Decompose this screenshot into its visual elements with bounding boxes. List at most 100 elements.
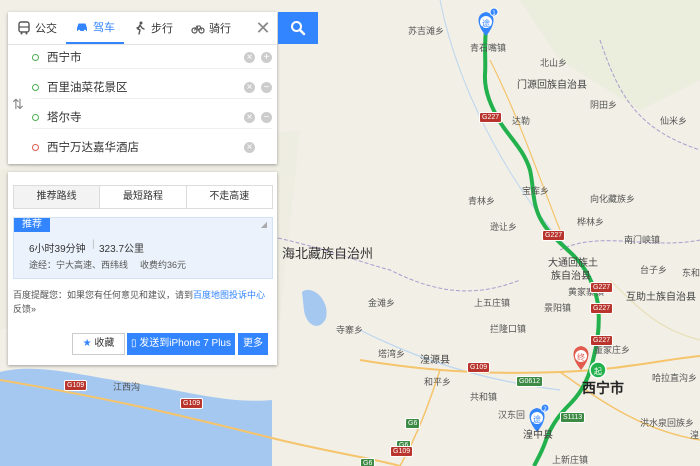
close-icon: ✕ <box>255 17 271 38</box>
tab-bike[interactable]: 骑行 <box>182 12 240 44</box>
remove-stop-icon[interactable]: × <box>244 81 255 93</box>
place-label: 南门峡镇 <box>624 235 661 245</box>
separator: | <box>92 239 95 250</box>
more-button[interactable]: 更多 <box>238 333 268 355</box>
tab-avoid-highway[interactable]: 不走高速 <box>186 186 272 208</box>
stop-waypoint-1-input[interactable]: 百里油菜花景区 <box>47 79 238 95</box>
remove-waypoint-icon[interactable]: − <box>261 111 272 123</box>
place-label: 北山乡 <box>540 58 568 68</box>
favorite-button[interactable]: ★ 收藏 <box>72 333 125 355</box>
stop-end-input[interactable]: 西宁万达嘉华酒店 <box>47 139 238 155</box>
car-icon <box>77 23 87 33</box>
tab-drive-label: 驾车 <box>93 22 115 34</box>
place-label: 上五庄镇 <box>474 298 511 308</box>
place-label: 仙米乡 <box>660 116 688 126</box>
swap-icon[interactable]: ⇅ <box>12 96 24 113</box>
start-marker[interactable]: 起 <box>589 361 607 379</box>
place-label: 湟中县 <box>523 430 553 441</box>
search-icon <box>291 21 306 36</box>
bike-icon <box>191 25 205 34</box>
search-button[interactable] <box>278 12 318 44</box>
start-dot-icon <box>32 53 39 61</box>
place-label: 金滩乡 <box>368 298 396 308</box>
place-label: 江西沟 <box>113 382 141 392</box>
place-label: 逊让乡 <box>490 222 518 232</box>
waypoint-marker-2-badge: 2 <box>543 406 547 413</box>
road-shield: G109 <box>180 398 204 409</box>
waypoint-marker-1-badge: 1 <box>492 10 496 17</box>
waypoint-dot-icon <box>32 113 39 121</box>
star-icon: ★ <box>82 338 92 349</box>
route-actions: ★ 收藏 ▯ 发送到iPhone 7 Plus 更多 <box>8 330 277 355</box>
road-shield: G109 <box>467 362 491 373</box>
remove-stop-icon[interactable]: × <box>244 51 255 63</box>
route-summary-card[interactable]: 推荐 ◢ 6小时39分钟 | 323.7公里 途经：宁大高速、西纬线 收费约36… <box>13 217 273 279</box>
remove-stop-icon[interactable]: × <box>244 111 255 123</box>
place-label: 汉东回 <box>498 410 526 420</box>
stop-waypoint-2-input[interactable]: 塔尔寺 <box>47 109 238 125</box>
map-app: 途 1 终 起 途 2 苏吉滩乡 青石嘴镇 北山乡 门源回族自治县 阴田乡 达勒… <box>0 0 700 466</box>
place-label: 阴田乡 <box>590 100 618 110</box>
place-label: 桦林乡 <box>577 217 605 227</box>
route-option-tabs: 推荐路线 最短路程 不走高速 <box>13 185 273 209</box>
collapse-icon[interactable]: ◢ <box>261 220 267 229</box>
tab-bus[interactable]: 公交 <box>8 12 66 44</box>
stop-waypoint-1[interactable]: 百里油菜花景区 × − <box>32 76 272 99</box>
tab-bike-label: 骑行 <box>209 23 231 35</box>
road-shield: G227 <box>479 112 503 123</box>
waypoint-marker-2-label: 途 <box>533 414 541 424</box>
tab-shortest-route[interactable]: 最短路程 <box>100 186 187 208</box>
place-label: 共和镇 <box>470 392 498 402</box>
route-distance: 323.7公里 <box>99 244 145 255</box>
feedback-tip: 百度提醒您：如果您有任何意见和建议，请到百度地图投诉中心反馈» <box>13 288 268 316</box>
road-shield: G0612 <box>516 376 544 387</box>
stop-start-input[interactable]: 西宁市 <box>47 49 238 65</box>
route-time: 6小时39分钟 <box>29 244 86 255</box>
tip-suffix: 反馈» <box>13 304 37 314</box>
route-via: 途经：宁大高速、西纬线 <box>29 260 129 270</box>
directions-panel: 公交 驾车 步行 骑行 ✕ ⇅ 西宁市 × + 百里油菜花景区 × − 塔尔寺 … <box>8 12 277 164</box>
place-label: 大通回族土 <box>548 258 598 269</box>
stop-start[interactable]: 西宁市 × + <box>32 46 272 69</box>
place-label: 和平乡 <box>424 377 452 387</box>
end-dot-icon <box>32 143 39 151</box>
city-label: 西宁市 <box>582 380 624 396</box>
remove-waypoint-icon[interactable]: − <box>261 81 272 93</box>
close-button[interactable]: ✕ <box>249 12 277 44</box>
tab-drive[interactable]: 驾车 <box>66 12 124 44</box>
send-label: 发送到iPhone 7 Plus <box>139 338 231 349</box>
road-shield: S1113 <box>560 412 586 423</box>
tip-prefix: 百度提醒您：如果您有任何意见和建议，请到 <box>13 290 194 300</box>
complaint-center-link[interactable]: 百度地图投诉中心 <box>193 290 265 300</box>
tab-recommended-route[interactable]: 推荐路线 <box>14 186 101 208</box>
stop-waypoint-2[interactable]: 塔尔寺 × − <box>32 106 272 129</box>
place-label: 湟源县 <box>420 355 450 366</box>
road-shield: G6 <box>405 418 421 429</box>
place-label: 苏吉滩乡 <box>408 26 445 36</box>
place-label: 青石嘴镇 <box>470 43 507 53</box>
place-label: 族自治县 <box>551 271 591 282</box>
remove-stop-icon[interactable]: × <box>244 141 255 153</box>
start-marker-label: 起 <box>594 367 602 376</box>
waypoint-dot-icon <box>32 83 39 91</box>
add-stop-icon[interactable]: + <box>261 51 272 63</box>
place-label: 湟 <box>690 430 700 440</box>
road-shield: G227 <box>590 303 614 314</box>
walk-icon <box>136 21 145 35</box>
place-label: 门源回族自治县 <box>517 80 587 91</box>
route-results-panel: 推荐路线 最短路程 不走高速 推荐 ◢ 6小时39分钟 | 323.7公里 途经… <box>8 172 277 365</box>
send-to-phone-button[interactable]: ▯ 发送到iPhone 7 Plus <box>127 333 235 355</box>
favorite-label: 收藏 <box>94 338 115 349</box>
place-label: 景阳镇 <box>544 303 572 313</box>
place-label: 互助土族自治县 <box>626 292 696 303</box>
road-shield: G109 <box>390 446 414 457</box>
tab-walk[interactable]: 步行 <box>124 12 182 44</box>
tab-bus-label: 公交 <box>35 23 57 35</box>
place-label: 拦隆口镇 <box>490 324 527 334</box>
road-shield: G227 <box>590 282 614 293</box>
stop-end[interactable]: 西宁万达嘉华酒店 × <box>32 136 272 158</box>
place-label: 达勒 <box>512 116 531 126</box>
place-label: 宝库乡 <box>522 186 550 196</box>
end-marker-label: 终 <box>577 352 585 362</box>
place-label: 塔湾乡 <box>378 349 406 359</box>
